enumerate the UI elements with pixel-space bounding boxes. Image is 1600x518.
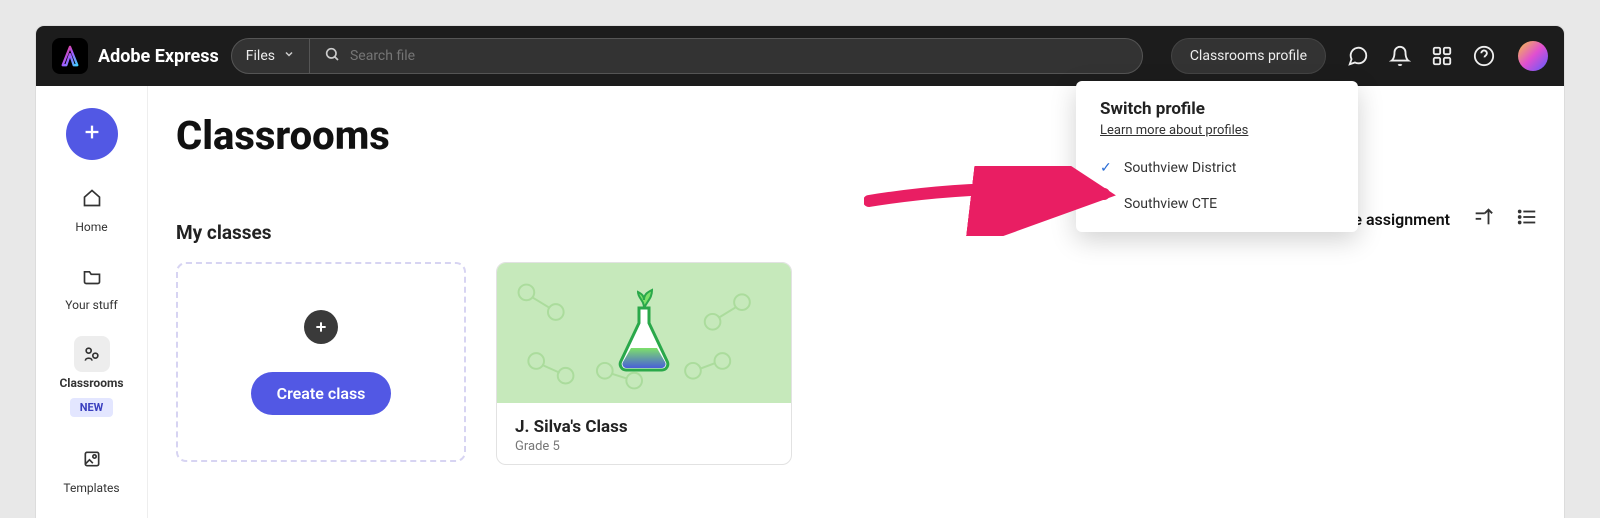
class-grade: Grade 5 [515, 439, 773, 454]
cards-row: Create class [176, 262, 1564, 465]
sidebar-item-templates[interactable]: Templates [36, 437, 147, 499]
new-button[interactable] [66, 108, 118, 160]
topbar: Adobe Express Files Classrooms profile [36, 26, 1564, 86]
annotation-arrow-icon [864, 166, 1124, 236]
topbar-actions [1346, 41, 1548, 71]
popover-title: Switch profile [1076, 99, 1358, 119]
templates-icon [74, 441, 110, 477]
create-class-label: Create class [277, 384, 366, 403]
files-dropdown[interactable]: Files [232, 39, 310, 73]
logo[interactable]: Adobe Express [52, 38, 219, 74]
create-class-card[interactable]: Create class [176, 262, 466, 462]
class-card-body: J. Silva's Class Grade 5 [497, 403, 791, 464]
home-icon [74, 180, 110, 216]
classrooms-profile-label: Classrooms profile [1190, 48, 1307, 64]
adobe-express-logo-icon [52, 38, 88, 74]
profile-option-label: Southview CTE [1124, 196, 1217, 212]
class-card-image [497, 263, 791, 403]
plus-circle-icon [304, 310, 338, 344]
profile-option-label: Southview District [1124, 160, 1236, 176]
bell-icon[interactable] [1388, 44, 1412, 68]
search-input[interactable] [350, 48, 1128, 64]
comment-icon[interactable] [1346, 44, 1370, 68]
sidebar-item-label: Home [75, 220, 107, 234]
sidebar-item-label: Your stuff [65, 298, 117, 312]
search-field[interactable] [310, 46, 1142, 66]
list-view-icon[interactable] [1516, 206, 1538, 232]
plus-icon [81, 121, 103, 147]
classrooms-icon [74, 336, 110, 372]
sidebar-item-classrooms[interactable]: Classrooms NEW [36, 332, 147, 421]
chevron-down-icon [283, 48, 295, 64]
files-dropdown-label: Files [246, 48, 275, 64]
app-frame: Adobe Express Files Classrooms profile [36, 26, 1564, 518]
help-icon[interactable] [1472, 44, 1496, 68]
sidebar-item-home[interactable]: Home [36, 176, 147, 238]
sidebar-item-your-stuff[interactable]: Your stuff [36, 254, 147, 316]
flask-icon [609, 288, 679, 378]
create-class-button[interactable]: Create class [251, 372, 392, 415]
classrooms-profile-button[interactable]: Classrooms profile [1171, 38, 1326, 74]
sort-icon[interactable] [1472, 206, 1494, 232]
app-name: Adobe Express [98, 46, 219, 67]
avatar[interactable] [1518, 41, 1548, 71]
new-badge: NEW [70, 398, 114, 417]
sidebar-item-label: Templates [63, 481, 119, 495]
folder-icon [74, 258, 110, 294]
search-icon [324, 46, 340, 66]
search-bar: Files [231, 38, 1143, 74]
class-name: J. Silva's Class [515, 417, 773, 437]
apps-grid-icon[interactable] [1430, 44, 1454, 68]
sidebar-item-label: Classrooms [59, 376, 123, 390]
sidebar: Home Your stuff Classrooms NEW Templates [36, 86, 148, 518]
class-card[interactable]: J. Silva's Class Grade 5 [496, 262, 792, 465]
learn-more-link[interactable]: Learn more about profiles [1076, 119, 1358, 150]
